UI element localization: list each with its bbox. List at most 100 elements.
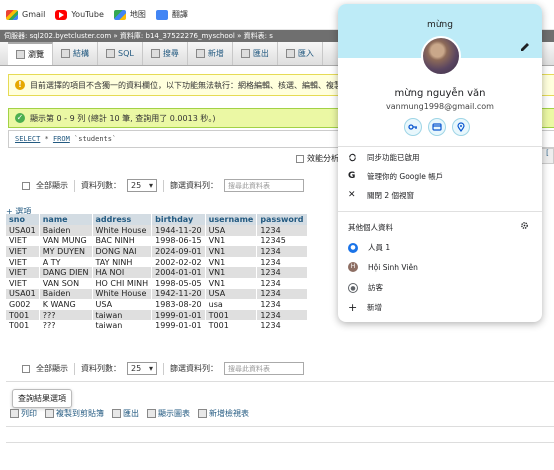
sql-keyword-select[interactable]: SELECT <box>15 135 40 143</box>
tab-sql[interactable]: SQL <box>98 42 143 65</box>
show-all-checkbox[interactable] <box>22 181 30 190</box>
addresses-button[interactable] <box>452 118 470 136</box>
bookmark-youtube[interactable]: YouTube <box>55 9 104 20</box>
table-cell: 1234 <box>256 288 308 300</box>
column-header[interactable]: password <box>256 214 308 225</box>
table-cell: 1998-06-15 <box>151 235 206 247</box>
profile-item-hoi-sinh-vien[interactable]: H Hội Sinh Viên <box>348 262 418 272</box>
table-cell: 1234 <box>256 267 308 278</box>
profile-quick-actions <box>404 118 470 136</box>
tab-export[interactable]: 匯出 <box>233 42 278 65</box>
rows-select[interactable]: 25 ▾ <box>127 362 157 375</box>
table-cell: 1942-11-20 <box>151 288 206 300</box>
profile-item-person1[interactable]: ● 人員 1 <box>348 242 390 253</box>
sync-status-item[interactable]: 同步功能已啟用 <box>348 152 420 163</box>
tab-insert[interactable]: 新增 <box>188 42 233 65</box>
table-cell: 1234 <box>256 246 308 257</box>
chart-icon <box>147 409 156 418</box>
column-header[interactable]: sno <box>6 214 40 225</box>
gear-icon[interactable] <box>520 221 529 230</box>
filter-input[interactable]: 搜尋此資料表 <box>224 362 304 375</box>
display-chart-link[interactable]: 顯示圖表 <box>147 408 190 419</box>
bookmark-maps[interactable]: 地图 <box>113 9 146 20</box>
add-profile-item[interactable]: + 新增 <box>348 302 382 313</box>
profile-popup: mừng mừng nguyễn văn vanmung1998@gmail.c… <box>338 4 542 322</box>
table-row[interactable]: VIET VAN MUNG BAC NINH 1998-06-15 VN1 12345 <box>6 235 308 247</box>
table-cell: 2024-09-01 <box>151 246 206 257</box>
navigation-controls-top: 全部顯示 資料列數： 25 ▾ 篩選資料列： 搜尋此資料表 <box>22 179 304 192</box>
warning-icon: ! <box>15 80 25 90</box>
table-row[interactable]: T001??? taiwan 1999-01-01 T001 1234 <box>6 320 308 331</box>
copy-to-clipboard-link[interactable]: 複製到剪貼簿 <box>45 408 104 419</box>
clipboard-icon <box>45 409 54 418</box>
tab-search[interactable]: 搜尋 <box>143 42 188 65</box>
maps-icon <box>113 9 126 20</box>
table-cell: HA NOI <box>92 267 153 278</box>
edit-link-edge[interactable]: [ <box>541 148 554 164</box>
table-row[interactable]: T001??? taiwan 1999-01-01 T001 1234 <box>6 309 308 321</box>
profiling-toggle[interactable]: 效能分析 <box>296 153 339 164</box>
column-header[interactable]: username <box>205 214 258 225</box>
location-pin-icon <box>457 122 465 132</box>
table-row[interactable]: VIET MY DUYEN DONG NAI 2024-09-01 VN1 1234 <box>6 246 308 257</box>
table-row[interactable]: USA01 Baiden White House 1944-11-20 USA 1234 <box>6 225 308 236</box>
table-row[interactable]: VIET VAN SON HO CHI MINH 1998-05-05 VN1 1234 <box>6 277 308 289</box>
close-windows-item[interactable]: ✕ 關閉 2 個視窗 <box>348 190 414 201</box>
close-icon: ✕ <box>348 190 356 200</box>
profiling-checkbox[interactable] <box>296 154 304 163</box>
table-cell: T001 <box>205 320 258 331</box>
query-results-operations: 列印 複製到剪貼簿 匯出 顯示圖表 新增檢視表 <box>10 408 249 419</box>
table-cell: Baiden <box>39 288 93 300</box>
translate-icon <box>155 9 168 20</box>
table-cell: 1234 <box>256 256 308 268</box>
column-header[interactable]: address <box>92 214 153 225</box>
sql-icon <box>106 49 115 58</box>
tab-browse[interactable]: 瀏覽 <box>8 42 53 65</box>
table-cell: 1234 <box>256 277 308 289</box>
table-cell: DONG NAI <box>92 246 153 257</box>
table-cell: TAY NINH <box>92 256 153 268</box>
table-cell: VN1 <box>205 277 258 289</box>
profile-item-guest[interactable]: ● 訪客 <box>348 282 383 293</box>
table-row[interactable]: USA01 Baiden White House 1942-11-20 USA 1234 <box>6 288 308 300</box>
password-key-button[interactable] <box>404 118 422 136</box>
tab-structure[interactable]: 結構 <box>53 42 98 65</box>
table-cell: USA <box>205 288 258 300</box>
table-cell: A TY <box>39 256 93 268</box>
sql-keyword-from[interactable]: FROM <box>53 135 70 143</box>
edit-pencil-icon[interactable] <box>520 42 530 52</box>
column-header[interactable]: birthday <box>151 214 206 225</box>
export-link[interactable]: 匯出 <box>112 408 139 419</box>
table-row[interactable]: VIET A TY TAY NINH 2002-02-02 VN1 1234 <box>6 256 308 268</box>
table-cell: 1234 <box>256 320 308 331</box>
table-cell: 2002-02-02 <box>151 256 206 268</box>
table-row[interactable]: VIET DANG DIEN HA NOI 2004-01-01 VN1 1234 <box>6 267 308 278</box>
table-cell: VIET <box>6 267 40 278</box>
column-header[interactable]: name <box>39 214 93 225</box>
table-cell: USA01 <box>6 225 40 236</box>
show-all-checkbox[interactable] <box>22 364 30 373</box>
payment-methods-button[interactable] <box>428 118 446 136</box>
table-cell: VN1 <box>205 246 258 257</box>
bookmark-translate[interactable]: 翻譯 <box>155 9 188 20</box>
filter-input[interactable]: 搜尋此資料表 <box>224 179 304 192</box>
table-row[interactable]: G002 K WANG USA 1983-08-20 usa 1234 <box>6 299 308 310</box>
table-cell: taiwan <box>92 320 153 331</box>
manage-google-account-item[interactable]: G 管理你的 Google 帳戶 <box>348 171 443 182</box>
avatar[interactable] <box>421 36 461 76</box>
search-icon <box>150 49 160 58</box>
person-icon: ● <box>348 242 358 253</box>
tab-import[interactable]: 匯入 <box>278 42 323 65</box>
table-cell: VAN SON <box>39 277 93 289</box>
insert-icon <box>195 49 205 58</box>
rows-select[interactable]: 25 ▾ <box>127 179 157 192</box>
chevron-down-icon: ▾ <box>148 364 153 373</box>
table-cell: USA01 <box>6 288 40 300</box>
bookmark-gmail[interactable]: Gmail <box>6 9 45 20</box>
table-cell: USA <box>205 225 258 236</box>
table-cell: Baiden <box>39 225 93 236</box>
print-link[interactable]: 列印 <box>10 408 37 419</box>
export-icon <box>112 409 121 418</box>
create-view-link[interactable]: 新增檢視表 <box>198 408 249 419</box>
export-icon <box>240 49 250 58</box>
